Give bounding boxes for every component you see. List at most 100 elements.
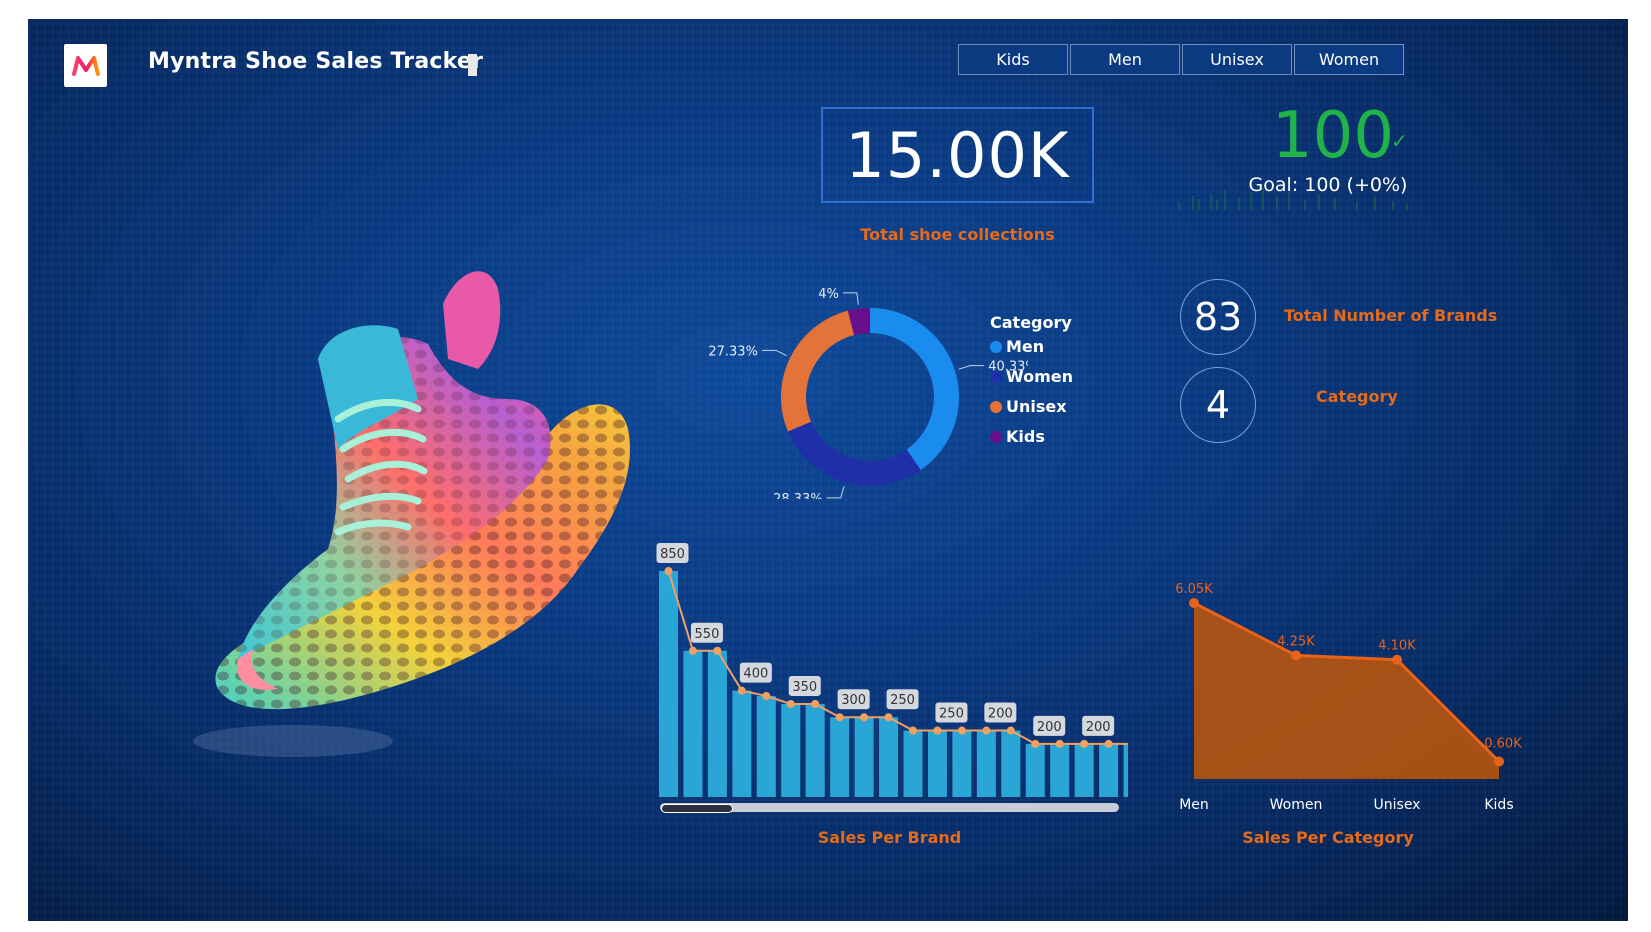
donut-data-label: 27.33%	[708, 344, 758, 359]
area-point	[1392, 654, 1402, 665]
bar	[732, 690, 752, 797]
legend-item-men[interactable]: Men	[990, 337, 1044, 356]
legend-item-kids[interactable]: Kids	[990, 427, 1045, 446]
bar-value-label: 350	[792, 680, 817, 695]
bar	[1001, 730, 1021, 797]
bar	[805, 703, 825, 797]
trend-point	[1080, 739, 1089, 748]
trend-point	[982, 726, 991, 735]
trend-point	[1006, 726, 1015, 735]
area-value-label: 4.10K	[1378, 639, 1416, 654]
bar-data-label: 550	[690, 622, 723, 643]
bar-data-label: 200	[984, 702, 1017, 723]
goal-kpi-target: Goal: 100 (+0%)	[1248, 174, 1408, 196]
trend-point	[884, 713, 893, 722]
trend-point	[688, 646, 697, 655]
x-axis-label: Category	[1319, 818, 1374, 819]
sales-per-category-title: Sales Per Category	[1242, 828, 1414, 847]
bar	[1099, 743, 1119, 797]
legend-dot-icon	[990, 400, 1002, 413]
trend-point	[1031, 739, 1040, 748]
bar	[927, 730, 947, 797]
trend-point	[933, 726, 942, 735]
bar-data-label: 350	[788, 675, 821, 696]
legend-dot-icon	[990, 430, 1002, 443]
bar-value-label: 200	[1086, 720, 1111, 735]
bar	[976, 730, 996, 797]
bar-data-label: 250	[886, 689, 919, 710]
bar	[756, 695, 776, 797]
page-title: Myntra Shoe Sales Tracker	[148, 49, 484, 74]
dashboard: Myntra Shoe Sales Tracker Kids Men Unise…	[28, 19, 1628, 921]
trend-point	[860, 713, 869, 722]
area-value-label: 4.25K	[1277, 634, 1315, 649]
bar-value-label: 550	[695, 627, 720, 642]
legend-title: Category	[990, 313, 1072, 332]
bar-data-label: 200	[1082, 715, 1115, 736]
area-point	[1494, 756, 1504, 767]
legend-item-women[interactable]: Women	[990, 367, 1073, 386]
total-collections-value: 15.00K	[845, 118, 1070, 192]
donut-slice-women	[787, 421, 921, 486]
bar	[1050, 743, 1070, 797]
donut-leader-line	[842, 292, 859, 305]
slicer-button-kids[interactable]: Kids	[958, 44, 1068, 75]
text-cursor-icon	[468, 54, 477, 76]
slicer-button-unisex[interactable]: Unisex	[1182, 44, 1292, 75]
bar-value-label: 250	[939, 707, 964, 722]
bar-value-label: 850	[660, 547, 685, 562]
myntra-logo-icon	[64, 44, 107, 87]
x-tick-label: Women	[1270, 797, 1323, 813]
legend-label-kids: Kids	[1006, 427, 1045, 446]
sales-per-brand-chart: 850 550 400 350 300 250 250 200 200 200	[656, 543, 1128, 797]
trend-point	[1055, 739, 1064, 748]
bar	[683, 650, 703, 797]
bar	[903, 730, 923, 797]
area-value-label: 6.05K	[1175, 582, 1213, 597]
total-collections-card: 15.00K	[821, 107, 1094, 203]
donut-leader-line	[761, 349, 787, 357]
bar	[781, 703, 801, 797]
bar	[1123, 743, 1128, 797]
total-collections-label: Total shoe collections	[860, 225, 1055, 244]
bar-data-label: 850	[656, 543, 689, 563]
brands-count-circle: 83	[1180, 279, 1256, 355]
brands-count-value: 83	[1193, 295, 1243, 339]
bar-value-label: 200	[988, 707, 1013, 722]
category-count-value: 4	[1205, 383, 1231, 427]
legend-label-unisex: Unisex	[1006, 397, 1067, 416]
donut-leader-line	[826, 486, 845, 499]
bar	[1025, 743, 1045, 797]
bar-data-label: 300	[837, 689, 870, 710]
sales-per-brand-title: Sales Per Brand	[817, 828, 962, 847]
bar-data-label: 200	[1033, 715, 1066, 736]
donut-data-label: 28.33%	[773, 492, 823, 499]
sales-per-category-chart: 6.05K 4.25K 4.10K 0.60K Men Women Unisex Kids Ca…	[1175, 582, 1522, 819]
category-count-label: Category	[1316, 387, 1398, 406]
trend-point	[664, 567, 673, 575]
legend-item-unisex[interactable]: Unisex	[990, 397, 1067, 416]
goal-kpi-value: 100	[1271, 99, 1395, 173]
area-fill	[1194, 603, 1499, 779]
area-point	[1189, 598, 1199, 608]
trend-point	[1104, 739, 1113, 748]
slicer-button-women[interactable]: Women	[1294, 44, 1404, 75]
trend-point	[811, 699, 820, 708]
legend-dot-icon	[990, 340, 1002, 353]
trend-point	[713, 646, 722, 655]
trend-point	[909, 726, 917, 735]
sneaker-image	[193, 271, 630, 757]
bar	[854, 717, 874, 797]
bar-data-label: 250	[935, 702, 968, 723]
bar	[1074, 743, 1094, 797]
chart-scrollbar-thumb[interactable]	[661, 804, 733, 813]
bar	[879, 717, 899, 797]
trend-point	[737, 686, 746, 695]
trend-point	[786, 699, 795, 708]
trend-point	[957, 726, 966, 735]
legend-label-women: Women	[1006, 367, 1073, 386]
slicer-button-men[interactable]: Men	[1070, 44, 1180, 75]
x-tick-label: Men	[1179, 797, 1209, 813]
donut-leader-line	[958, 365, 985, 370]
bar	[659, 571, 678, 797]
